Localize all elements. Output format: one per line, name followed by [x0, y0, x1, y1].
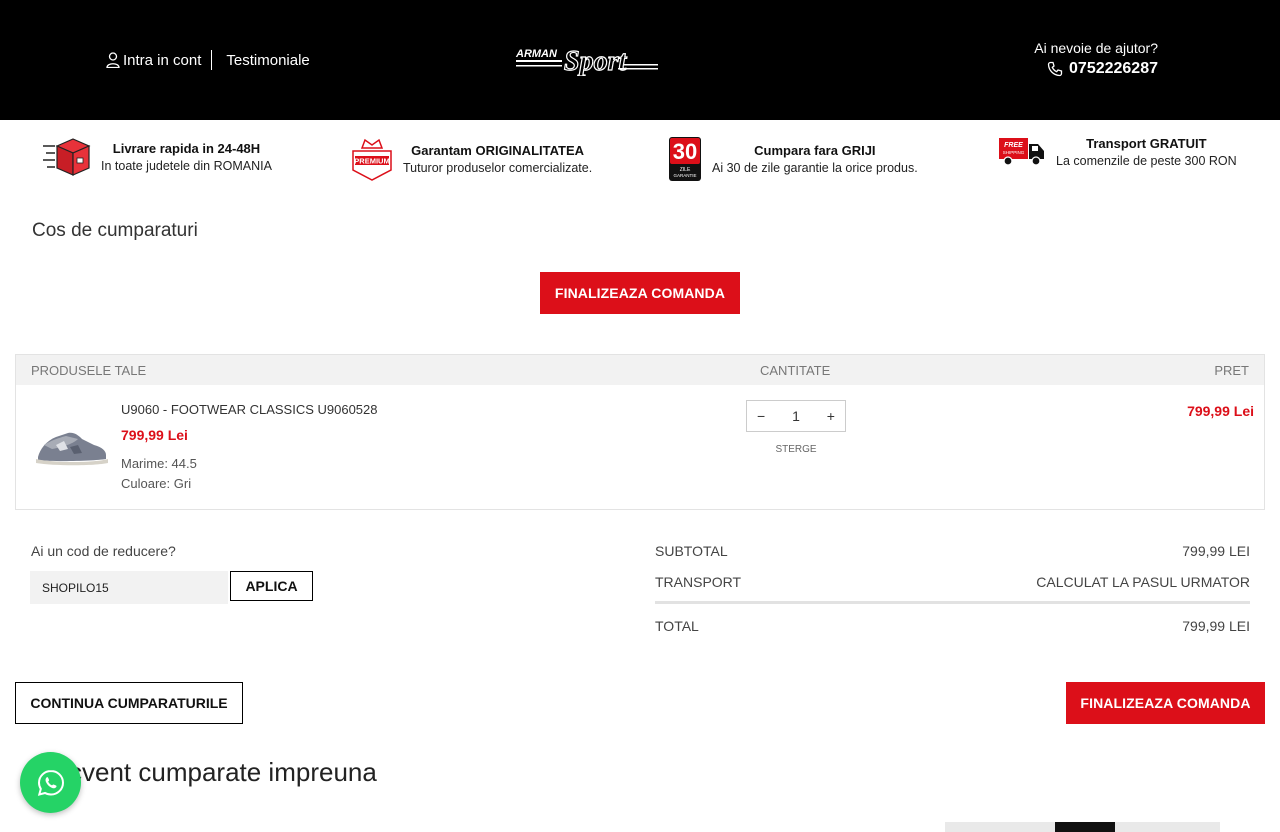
transport-value: CALCULAT LA PASUL URMATOR	[1036, 574, 1250, 590]
continue-shopping-button[interactable]: CONTINUA CUMPARATURILE	[15, 682, 243, 724]
feature-title: Livrare rapida in 24-48H	[112, 141, 261, 156]
transport-label: TRANSPORT	[655, 574, 742, 590]
phone-icon	[1047, 61, 1063, 77]
total-value: 799,99 LEI	[1182, 618, 1250, 634]
feature-subtitle: La comenzile de peste 300 RON	[1056, 154, 1237, 168]
product-image[interactable]	[34, 427, 110, 467]
coupon-input[interactable]	[30, 571, 228, 604]
warranty-text: GARANTIE	[673, 173, 696, 178]
recommended-product-image[interactable]	[945, 822, 1220, 832]
delivery-box-icon	[43, 138, 91, 176]
transport-row: TRANSPORT CALCULAT LA PASUL URMATOR	[655, 574, 1250, 590]
logo-text-main: Sport	[564, 46, 627, 76]
login-link[interactable]: Intra in cont	[123, 52, 201, 69]
whatsapp-icon	[37, 769, 64, 796]
header-price: PRET	[1214, 363, 1249, 378]
help-contact: Ai nevoie de ajutor? 0752226287	[1034, 40, 1158, 78]
premium-text: PREMIUM	[354, 157, 389, 166]
feature-fast-delivery: Livrare rapida in 24-48H In toate judete…	[43, 136, 272, 178]
decrease-quantity-button[interactable]: −	[757, 408, 765, 424]
totals-divider	[655, 601, 1250, 604]
help-question: Ai nevoie de ajutor?	[1034, 40, 1158, 56]
cart-table-header: PRODUSELE TALE CANTITATE PRET	[16, 355, 1264, 385]
quantity-value[interactable]: 1	[792, 408, 800, 424]
checkout-button-bottom[interactable]: FINALIZEAZA COMANDA	[1066, 682, 1265, 724]
shipping-text: SHIPPING	[1003, 150, 1025, 155]
free-text: FREE	[1004, 142, 1023, 149]
thirty-days-icon: 30 ZILE GARANTIE	[669, 137, 701, 181]
page-title: Cos de cumparaturi	[32, 220, 198, 241]
logo-text-top: ARMAN	[515, 48, 558, 60]
total-label: TOTAL	[655, 618, 699, 634]
top-header: Intra in cont Testimoniale ARMAN Sport A…	[0, 0, 1280, 120]
product-name[interactable]: U9060 - FOOTWEAR CLASSICS U9060528	[121, 402, 378, 417]
feature-title: Transport GRATUIT	[1086, 136, 1207, 151]
header-products: PRODUSELE TALE	[31, 363, 147, 378]
feature-free-transport: FREE SHIPPING Transport GRATUIT La comen…	[998, 136, 1237, 168]
whatsapp-chat-button[interactable]	[20, 752, 81, 813]
product-shirt-graphic	[1055, 822, 1115, 832]
product-color: Culoare: Gri	[121, 476, 192, 491]
subtotal-label: SUBTOTAL	[655, 543, 728, 559]
apply-coupon-button[interactable]: APLICA	[230, 571, 313, 601]
quantity-stepper: − 1 +	[746, 400, 846, 432]
feature-subtitle: Ai 30 de zile garantie la orice produs.	[712, 161, 918, 175]
phone-link[interactable]: 0752226287	[1034, 60, 1158, 78]
feature-originality: PREMIUM Garantam ORIGINALITATEA Tuturor …	[351, 136, 592, 182]
line-total-price: 799,99 Lei	[1187, 403, 1254, 419]
thirty-text: 30	[673, 139, 697, 164]
header-quantity: CANTITATE	[760, 363, 831, 378]
feature-subtitle: In toate judetele din ROMANIA	[101, 159, 272, 173]
remove-item-link[interactable]: STERGE	[746, 444, 846, 455]
user-icon[interactable]	[106, 52, 120, 68]
free-shipping-truck-icon: FREE SHIPPING	[999, 138, 1044, 166]
feature-title: Garantam ORIGINALITATEA	[411, 143, 585, 158]
subtotal-value: 799,99 LEI	[1182, 543, 1250, 559]
premium-badge-icon: PREMIUM	[352, 138, 392, 181]
testimonials-link[interactable]: Testimoniale	[226, 52, 309, 69]
feature-subtitle: Tuturor produselor comercializate.	[403, 161, 593, 175]
total-row: TOTAL 799,99 LEI	[655, 618, 1250, 634]
account-links: Intra in cont Testimoniale	[106, 50, 310, 70]
checkout-button-top[interactable]: FINALIZEAZA COMANDA	[540, 272, 740, 314]
phone-number: 0752226287	[1069, 60, 1158, 77]
divider	[211, 50, 213, 70]
arman-sport-logo[interactable]: ARMAN Sport	[514, 44, 660, 76]
product-unit-price: 799,99 Lei	[121, 427, 188, 443]
increase-quantity-button[interactable]: +	[827, 408, 835, 424]
product-size: Marime: 44.5	[121, 456, 197, 471]
feature-worry-free: 30 ZILE GARANTIE Cumpara fara GRIJI Ai 3…	[668, 136, 918, 182]
subtotal-row: SUBTOTAL 799,99 LEI	[655, 543, 1250, 559]
feature-title: Cumpara fara GRIJI	[754, 143, 876, 158]
cart-table: PRODUSELE TALE CANTITATE PRET U9060 - FO…	[15, 354, 1265, 510]
related-products-title: Frecvent cumparate impreuna	[30, 757, 377, 787]
coupon-label: Ai un cod de reducere?	[31, 543, 176, 559]
